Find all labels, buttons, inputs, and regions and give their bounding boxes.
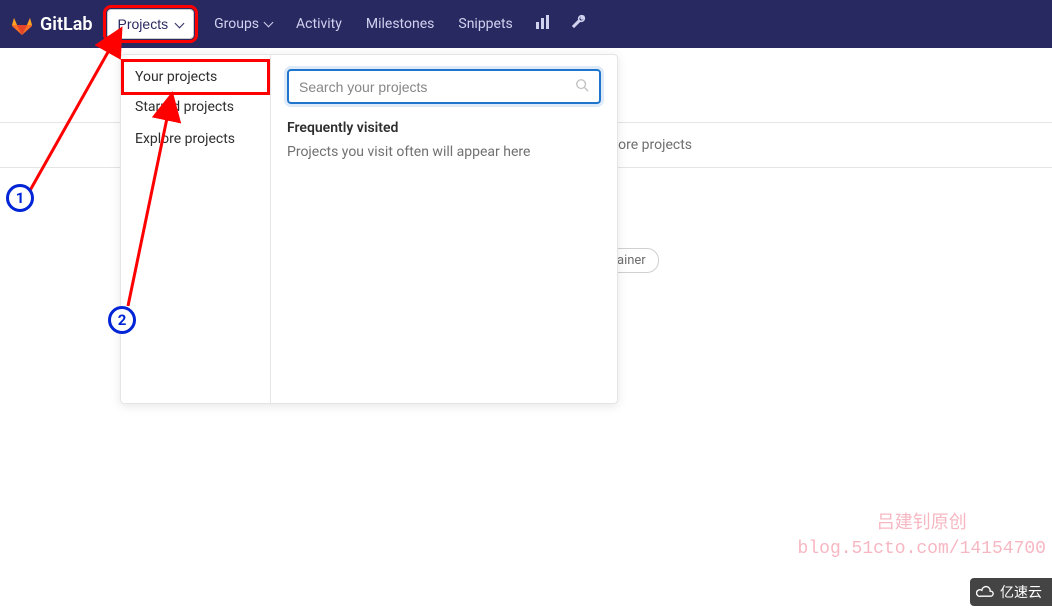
search-icon	[575, 77, 589, 96]
cloud-icon	[976, 585, 996, 599]
wrench-icon[interactable]	[561, 14, 597, 34]
gitlab-icon	[10, 12, 34, 36]
projects-button-label: Projects	[118, 16, 169, 32]
chevron-down-icon	[174, 16, 183, 32]
dropdown-item-starred-projects[interactable]: Starred projects	[121, 91, 270, 123]
explore-fragment: ore projects	[618, 137, 692, 153]
frequently-visited-desc: Projects you visit often will appear her…	[287, 144, 601, 160]
groups-label: Groups	[214, 0, 259, 48]
milestones-link[interactable]: Milestones	[354, 0, 447, 48]
gitlab-logo[interactable]: GitLab	[10, 12, 93, 36]
projects-dropdown-button[interactable]: Projects	[107, 9, 195, 39]
attribution-line1: 吕建钊原创	[798, 512, 1046, 537]
projects-dropdown-panel: Your projects Starred projects Explore p…	[120, 54, 618, 404]
yisu-badge: 亿速云	[970, 578, 1052, 606]
brand-text: GitLab	[40, 14, 93, 35]
search-wrapper	[287, 69, 601, 104]
dropdown-item-your-projects[interactable]: Your projects	[125, 63, 266, 91]
yisu-text: 亿速云	[1000, 582, 1042, 602]
groups-link[interactable]: Groups	[202, 0, 284, 48]
dropdown-right-panel: Frequently visited Projects you visit of…	[271, 55, 617, 403]
annotation-callout-2: 2	[108, 306, 136, 334]
navbar: GitLab Projects Groups Activity Mileston…	[0, 0, 1052, 48]
chart-icon[interactable]	[525, 14, 561, 34]
chevron-down-icon	[263, 0, 272, 48]
attribution: 吕建钊原创 blog.51cto.com/14154700	[798, 512, 1046, 562]
dropdown-item-explore-projects[interactable]: Explore projects	[121, 123, 270, 155]
snippets-link[interactable]: Snippets	[446, 0, 524, 48]
attribution-line2: blog.51cto.com/14154700	[798, 537, 1046, 562]
annotation-callout-1: 1	[6, 184, 34, 212]
frequently-visited-title: Frequently visited	[287, 120, 601, 136]
dropdown-left-list: Your projects Starred projects Explore p…	[121, 55, 271, 403]
activity-link[interactable]: Activity	[284, 0, 354, 48]
search-input[interactable]	[299, 79, 575, 95]
